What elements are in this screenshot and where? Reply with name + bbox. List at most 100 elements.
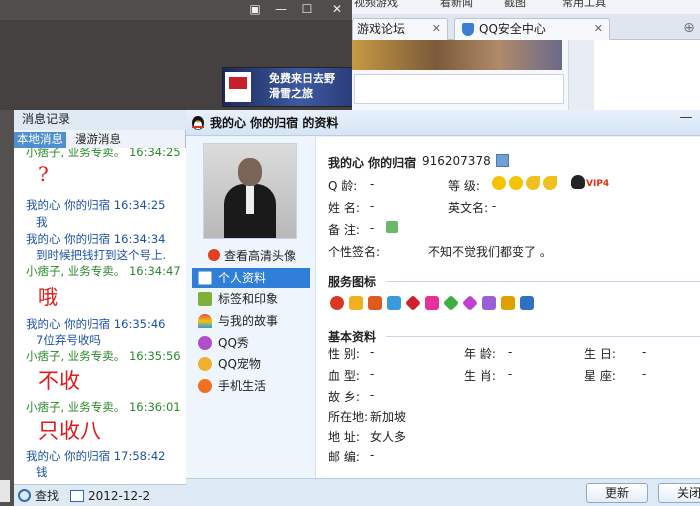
tab-roaming-messages[interactable]: 漫游消息 (72, 132, 124, 148)
profile-content: 查看高清头像 个人资料 标签和印象 与我的故事 QQ秀 QQ宠物 手机生活 我的… (186, 137, 700, 478)
level-label: 等 级: (448, 179, 480, 193)
message-body: 到时候把钱打到这个号上. (36, 248, 167, 262)
sidebar-item-tags[interactable]: 标签和印象 (192, 289, 310, 309)
page-box (354, 74, 564, 104)
background-titlebar: ▣ — ☐ ✕ (0, 0, 355, 20)
service-icon[interactable] (520, 296, 534, 310)
tab-local-messages[interactable]: 本地消息 (14, 132, 66, 148)
message-header: 我的心 你的归宿 16:34:34 (26, 232, 166, 246)
refresh-button[interactable]: 更新 (586, 483, 648, 503)
contact-card-icon[interactable] (496, 154, 509, 167)
diamond-icon[interactable] (462, 295, 478, 311)
diamond-icon[interactable] (443, 295, 459, 311)
message-header: 小痞子, 业务专卖。 16:34:25 (26, 148, 181, 159)
qq-vip-service-icon[interactable] (330, 296, 344, 310)
ad-banner[interactable]: 免费来日去野 滑雪之旅 (222, 67, 354, 107)
menu-dropdown-icon[interactable]: ▣ (244, 1, 266, 18)
brand-logo-icon (225, 72, 251, 102)
edit-remark-icon[interactable] (386, 221, 398, 233)
service-icon[interactable] (425, 296, 439, 310)
message-header: 小痞子, 业务专卖。 16:34:47 (26, 264, 181, 278)
maximize-icon[interactable]: ☐ (296, 1, 318, 18)
sidebar-item-label: 个人资料 (218, 271, 267, 285)
service-icon[interactable] (387, 296, 401, 310)
browser-window: 视频游戏 看新闻 截图 常用工具 游戏论坛 ✕ QQ安全中心 ✕ ⊕ (352, 0, 700, 110)
address-value: 女人多 (370, 430, 407, 444)
history-tabs: 本地消息 漫游消息 (14, 132, 186, 148)
sidebar-item-label: QQ宠物 (218, 357, 261, 371)
edge-button[interactable] (0, 480, 10, 502)
basic-section-title: 基本资料 (328, 330, 377, 344)
remark-value: - (370, 221, 375, 235)
tag-icon (198, 292, 212, 306)
background-window: ▣ — ☐ ✕ 免费来日去野 滑雪之旅 (0, 0, 355, 110)
age-label: 年 龄: (464, 347, 496, 361)
sun-level-icon (509, 176, 523, 190)
message-header: 小痞子, 业务专卖。 16:36:01 (26, 400, 181, 414)
gender-value: - (370, 345, 375, 359)
scrollbar[interactable] (568, 40, 594, 110)
profile-card-icon (198, 271, 212, 285)
minimize-icon[interactable]: — (676, 110, 696, 128)
name-value: - (370, 199, 375, 213)
history-list[interactable]: 小痞子, 业务专卖。 16:34:25 ? 我的心 你的归宿 16:34:25 … (14, 148, 186, 484)
date-picker[interactable]: 2012-12-2 (70, 488, 150, 504)
message-body: 7位弃号收吗 (36, 333, 101, 347)
menu-item-tools[interactable]: 常用工具 (562, 0, 606, 10)
tab-strip: 游戏论坛 ✕ QQ安全中心 ✕ ⊕ (352, 14, 700, 40)
avatar[interactable] (203, 143, 297, 239)
sidebar-item-qqpet[interactable]: QQ宠物 (192, 354, 310, 374)
ad-text-line2: 滑雪之旅 (269, 87, 313, 100)
message-body: 钱 (36, 465, 48, 479)
service-section-title: 服务图标 (328, 275, 377, 289)
signature-label: 个性签名: (328, 245, 381, 259)
service-icon[interactable] (501, 296, 515, 310)
find-button[interactable]: 查找 (18, 488, 59, 504)
service-icon[interactable] (349, 296, 363, 310)
blood-label: 血 型: (328, 369, 360, 383)
sidebar-item-label: 手机生活 (218, 379, 267, 393)
qqshow-icon (198, 336, 212, 350)
find-label: 查找 (35, 489, 60, 503)
qq-penguin-icon (571, 175, 585, 189)
qq-avatar-icon (208, 249, 220, 261)
birthday-label: 生 日: (584, 347, 616, 361)
menu-item-news[interactable]: 看新闻 (440, 0, 473, 10)
zodiac-label: 生 肖: (464, 369, 496, 383)
rainbow-icon (198, 314, 212, 328)
view-hd-avatar-link[interactable]: 查看高清头像 (208, 247, 296, 264)
sidebar-item-qqshow[interactable]: QQ秀 (192, 333, 310, 353)
message-body: 不收 (38, 369, 80, 393)
message-header: 我的心 你的归宿 16:34:25 (26, 198, 166, 212)
qq-penguin-icon (192, 116, 204, 130)
profile-window-title: 我的心 你的归宿 的资料 (210, 116, 339, 130)
tab-close-icon[interactable]: ✕ (594, 19, 603, 39)
service-icon[interactable] (368, 296, 382, 310)
q-age-label: Q 龄: (328, 179, 358, 193)
sidebar-item-profile[interactable]: 个人资料 (192, 268, 310, 288)
sidebar-item-mobile[interactable]: 手机生活 (192, 376, 310, 396)
tab-close-icon[interactable]: ✕ (432, 19, 441, 39)
ad-text-line1: 免费来日去野 (269, 72, 335, 85)
message-header: 小痞子, 业务专卖。 16:35:56 (26, 349, 181, 363)
menu-item-games[interactable]: 视频游戏 (354, 0, 398, 10)
history-toolbar: 查找 2012-12-2 (14, 484, 186, 506)
moon-level-icon (543, 176, 557, 190)
new-tab-icon[interactable]: ⊕ (678, 20, 700, 38)
close-icon[interactable]: ✕ (326, 1, 348, 18)
message-body: 只收八 (38, 419, 101, 443)
profile-window: 我的心 你的归宿 的资料 — 查看高清头像 个人资料 标签和印象 与我的故事 Q… (186, 110, 700, 506)
moon-level-icon (526, 176, 540, 190)
sun-level-icon (492, 176, 506, 190)
menu-item-screenshot[interactable]: 截图 (504, 0, 526, 10)
location-value: 新加坡 (370, 410, 407, 424)
minimize-icon[interactable]: — (270, 1, 292, 18)
tab-qq-security[interactable]: QQ安全中心 ✕ (454, 18, 610, 40)
service-icon[interactable] (482, 296, 496, 310)
sidebar-item-story[interactable]: 与我的故事 (192, 311, 310, 331)
sidebar-item-label: QQ秀 (218, 336, 249, 350)
close-button[interactable]: 关闭 (658, 483, 700, 503)
tab-forum[interactable]: 游戏论坛 ✕ (352, 18, 448, 40)
diamond-icon[interactable] (405, 295, 421, 311)
date-value: 2012-12-2 (88, 489, 151, 503)
